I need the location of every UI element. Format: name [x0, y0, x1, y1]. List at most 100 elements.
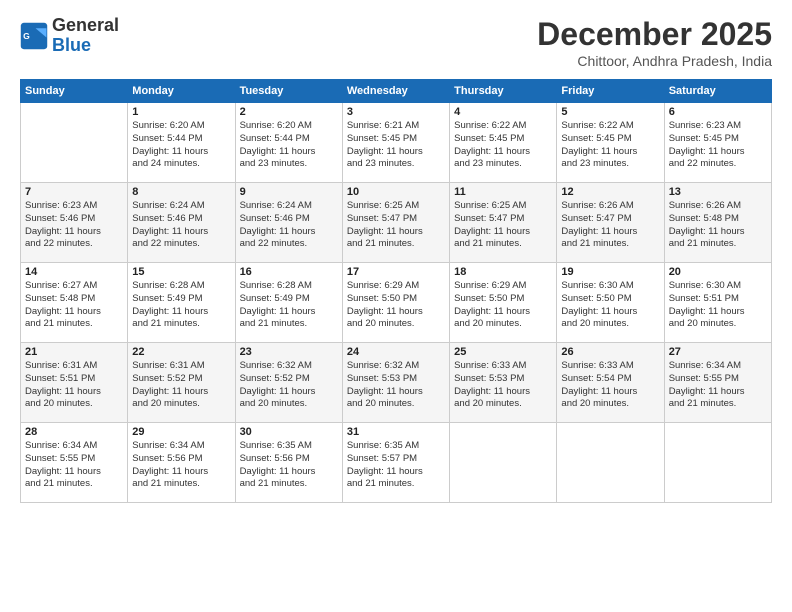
day-info: Sunrise: 6:29 AMSunset: 5:50 PMDaylight:… — [347, 280, 445, 331]
day-info: Sunrise: 6:30 AMSunset: 5:51 PMDaylight:… — [669, 280, 767, 331]
day-number: 15 — [132, 266, 230, 278]
day-number: 31 — [347, 426, 445, 438]
calendar-day-cell: 5Sunrise: 6:22 AMSunset: 5:45 PMDaylight… — [557, 103, 664, 183]
day-info: Sunrise: 6:26 AMSunset: 5:47 PMDaylight:… — [561, 200, 659, 251]
calendar-day-cell: 17 Sunrise: 6:29 AMSunset: 5:50 PMDayligh… — [342, 263, 449, 343]
day-number: 13 — [669, 186, 767, 198]
day-info: Sunrise: 6:20 AMSunset: 5:44 PMDaylight:… — [132, 120, 230, 171]
day-info: Sunrise: 6:20 AMSunset: 5:44 PMDaylight:… — [240, 120, 338, 171]
day-number: 20 — [669, 266, 767, 278]
calendar-day-cell: 9Sunrise: 6:24 AMSunset: 5:46 PMDaylight… — [235, 183, 342, 263]
day-info: Sunrise: 6:22 AMSunset: 5:45 PMDaylight:… — [454, 120, 552, 171]
month-title: December 2025 — [537, 16, 772, 53]
day-number: 23 — [240, 346, 338, 358]
day-number: 30 — [240, 426, 338, 438]
day-number: 25 — [454, 346, 552, 358]
day-info: Sunrise: 6:21 AMSunset: 5:45 PMDaylight:… — [347, 120, 445, 171]
logo-text: General Blue — [52, 16, 119, 56]
calendar-day-cell: 6 Sunrise: 6:23 AMSunset: 5:45 PMDaylight… — [664, 103, 771, 183]
day-number: 24 — [347, 346, 445, 358]
day-number: 8 — [132, 186, 230, 198]
day-info: Sunrise: 6:25 AMSunset: 5:47 PMDaylight:… — [347, 200, 445, 251]
day-of-week-header: Sunday — [21, 80, 128, 103]
calendar-day-cell: 26 Sunrise: 6:33 AMSunset: 5:54 PMDayligh… — [557, 343, 664, 423]
day-of-week-header: Wednesday — [342, 80, 449, 103]
calendar-day-cell: 10 Sunrise: 6:25 AMSunset: 5:47 PMDayligh… — [342, 183, 449, 263]
day-info: Sunrise: 6:25 AMSunset: 5:47 PMDaylight:… — [454, 200, 552, 251]
calendar-day-cell: 21 Sunrise: 6:31 AMSunset: 5:51 PMDayligh… — [21, 343, 128, 423]
calendar-day-cell: 11Sunrise: 6:25 AMSunset: 5:47 PMDayligh… — [450, 183, 557, 263]
day-info: Sunrise: 6:28 AMSunset: 5:49 PMDaylight:… — [132, 280, 230, 331]
day-number: 1 — [132, 106, 230, 118]
title-block: December 2025 Chittoor, Andhra Pradesh, … — [537, 16, 772, 69]
day-number: 7 — [25, 186, 123, 198]
day-number: 18 — [454, 266, 552, 278]
day-of-week-header: Friday — [557, 80, 664, 103]
day-of-week-header: Thursday — [450, 80, 557, 103]
day-number: 5 — [561, 106, 659, 118]
day-info: Sunrise: 6:30 AMSunset: 5:50 PMDaylight:… — [561, 280, 659, 331]
day-info: Sunrise: 6:24 AMSunset: 5:46 PMDaylight:… — [240, 200, 338, 251]
day-number: 26 — [561, 346, 659, 358]
day-number: 12 — [561, 186, 659, 198]
day-number: 14 — [25, 266, 123, 278]
calendar-week-row: 1 Sunrise: 6:20 AMSunset: 5:44 PMDaylight… — [21, 103, 772, 183]
day-of-week-header: Saturday — [664, 80, 771, 103]
day-info: Sunrise: 6:34 AMSunset: 5:55 PMDaylight:… — [669, 360, 767, 411]
day-number: 19 — [561, 266, 659, 278]
logo: G General Blue — [20, 16, 119, 56]
calendar-day-cell: 27 Sunrise: 6:34 AMSunset: 5:55 PMDayligh… — [664, 343, 771, 423]
header: G General Blue December 2025 Chittoor, A… — [20, 16, 772, 69]
calendar-day-cell: 13 Sunrise: 6:26 AMSunset: 5:48 PMDayligh… — [664, 183, 771, 263]
calendar-week-row: 7 Sunrise: 6:23 AMSunset: 5:46 PMDaylight… — [21, 183, 772, 263]
day-info: Sunrise: 6:34 AMSunset: 5:56 PMDaylight:… — [132, 440, 230, 491]
day-number: 10 — [347, 186, 445, 198]
day-info: Sunrise: 6:33 AMSunset: 5:54 PMDaylight:… — [561, 360, 659, 411]
calendar-day-cell — [557, 423, 664, 503]
calendar-day-cell: 22 Sunrise: 6:31 AMSunset: 5:52 PMDayligh… — [128, 343, 235, 423]
calendar-day-cell: 30Sunrise: 6:35 AMSunset: 5:56 PMDayligh… — [235, 423, 342, 503]
location-subtitle: Chittoor, Andhra Pradesh, India — [537, 53, 772, 69]
day-of-week-header: Monday — [128, 80, 235, 103]
day-info: Sunrise: 6:31 AMSunset: 5:51 PMDaylight:… — [25, 360, 123, 411]
calendar-day-cell — [450, 423, 557, 503]
calendar-day-cell — [21, 103, 128, 183]
day-info: Sunrise: 6:32 AMSunset: 5:53 PMDaylight:… — [347, 360, 445, 411]
day-info: Sunrise: 6:23 AMSunset: 5:45 PMDaylight:… — [669, 120, 767, 171]
day-info: Sunrise: 6:27 AMSunset: 5:48 PMDaylight:… — [25, 280, 123, 331]
day-info: Sunrise: 6:28 AMSunset: 5:49 PMDaylight:… — [240, 280, 338, 331]
calendar-day-cell: 28 Sunrise: 6:34 AMSunset: 5:55 PMDayligh… — [21, 423, 128, 503]
calendar-day-cell: 25 Sunrise: 6:33 AMSunset: 5:53 PMDayligh… — [450, 343, 557, 423]
calendar-day-cell: 8Sunrise: 6:24 AMSunset: 5:46 PMDaylight… — [128, 183, 235, 263]
calendar-day-cell: 3Sunrise: 6:21 AMSunset: 5:45 PMDaylight… — [342, 103, 449, 183]
calendar-day-cell: 18 Sunrise: 6:29 AMSunset: 5:50 PMDayligh… — [450, 263, 557, 343]
calendar-day-cell: 1 Sunrise: 6:20 AMSunset: 5:44 PMDaylight… — [128, 103, 235, 183]
day-info: Sunrise: 6:35 AMSunset: 5:57 PMDaylight:… — [347, 440, 445, 491]
day-number: 6 — [669, 106, 767, 118]
logo-icon: G — [20, 22, 48, 50]
calendar-day-cell: 24 Sunrise: 6:32 AMSunset: 5:53 PMDayligh… — [342, 343, 449, 423]
day-number: 17 — [347, 266, 445, 278]
day-number: 16 — [240, 266, 338, 278]
day-number: 22 — [132, 346, 230, 358]
day-number: 27 — [669, 346, 767, 358]
day-number: 21 — [25, 346, 123, 358]
day-info: Sunrise: 6:31 AMSunset: 5:52 PMDaylight:… — [132, 360, 230, 411]
calendar-day-cell: 14 Sunrise: 6:27 AMSunset: 5:48 PMDayligh… — [21, 263, 128, 343]
day-info: Sunrise: 6:23 AMSunset: 5:46 PMDaylight:… — [25, 200, 123, 251]
calendar-day-cell: 7 Sunrise: 6:23 AMSunset: 5:46 PMDaylight… — [21, 183, 128, 263]
calendar-day-cell: 12 Sunrise: 6:26 AMSunset: 5:47 PMDayligh… — [557, 183, 664, 263]
day-info: Sunrise: 6:34 AMSunset: 5:55 PMDaylight:… — [25, 440, 123, 491]
svg-text:G: G — [23, 31, 30, 41]
calendar-day-cell: 15 Sunrise: 6:28 AMSunset: 5:49 PMDayligh… — [128, 263, 235, 343]
logo-line1: General — [52, 16, 119, 36]
day-info: Sunrise: 6:29 AMSunset: 5:50 PMDaylight:… — [454, 280, 552, 331]
day-info: Sunrise: 6:33 AMSunset: 5:53 PMDaylight:… — [454, 360, 552, 411]
calendar-week-row: 14 Sunrise: 6:27 AMSunset: 5:48 PMDayligh… — [21, 263, 772, 343]
calendar-day-cell: 31 Sunrise: 6:35 AMSunset: 5:57 PMDayligh… — [342, 423, 449, 503]
calendar-day-cell: 4Sunrise: 6:22 AMSunset: 5:45 PMDaylight… — [450, 103, 557, 183]
day-number: 28 — [25, 426, 123, 438]
calendar-day-cell: 29Sunrise: 6:34 AMSunset: 5:56 PMDayligh… — [128, 423, 235, 503]
day-info: Sunrise: 6:26 AMSunset: 5:48 PMDaylight:… — [669, 200, 767, 251]
day-info: Sunrise: 6:32 AMSunset: 5:52 PMDaylight:… — [240, 360, 338, 411]
